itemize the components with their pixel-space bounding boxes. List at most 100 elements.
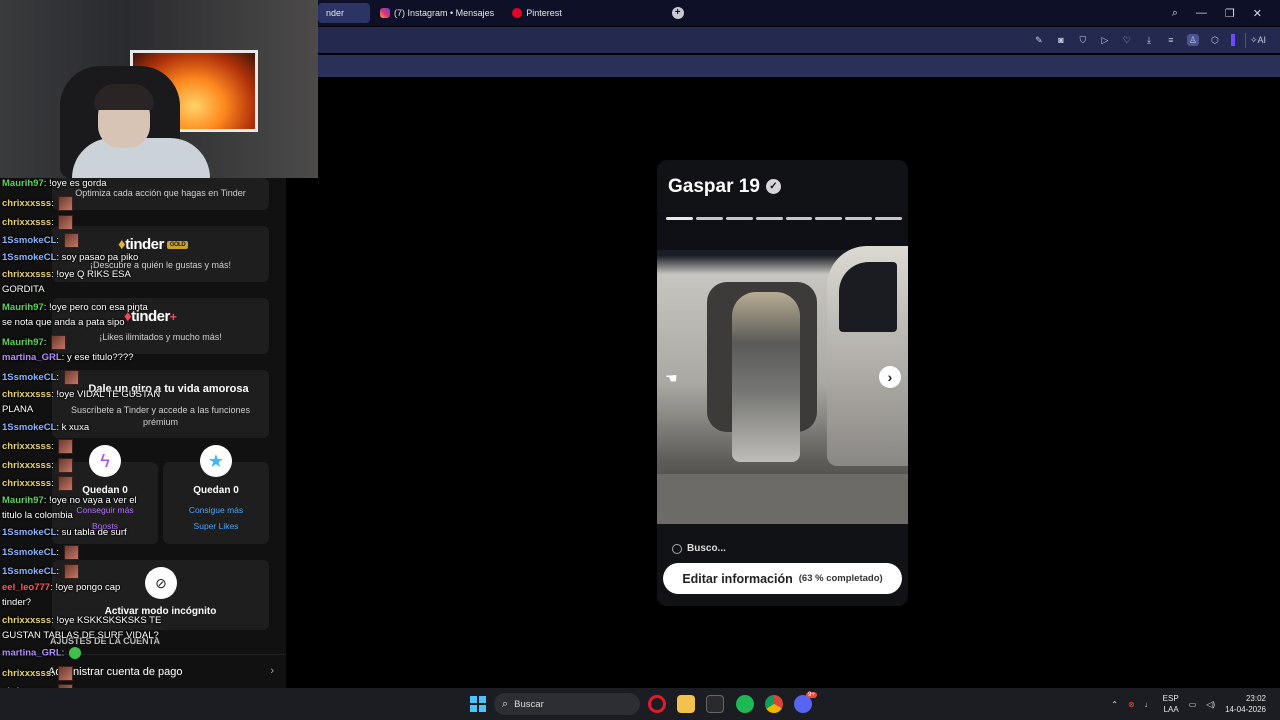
heart-icon[interactable]: ♡ xyxy=(1121,34,1133,46)
chat-text: PLANA xyxy=(2,404,34,415)
chevron-up-icon[interactable]: ⌃ xyxy=(1111,700,1118,709)
chat-emote-icon xyxy=(63,233,79,248)
play-icon[interactable]: ▷ xyxy=(1099,34,1111,46)
hand-cursor-icon: ☚ xyxy=(665,370,678,386)
photo-progress-segment[interactable] xyxy=(755,217,783,220)
chat-emote-icon xyxy=(63,564,79,579)
browser-tabbar: nder (7) Instagram • Mensajes Pinterest … xyxy=(318,0,1280,26)
bookmark-bar xyxy=(318,55,1280,77)
photo-progress-segment[interactable] xyxy=(695,217,723,220)
photo-progress-segment[interactable] xyxy=(845,217,873,220)
tab-tinder[interactable]: nder xyxy=(318,3,370,23)
chat-text: k xuxa xyxy=(61,422,90,433)
spotify-icon[interactable] xyxy=(736,695,754,713)
extensions-icon[interactable]: ⬡ xyxy=(1209,34,1221,46)
person-in-car xyxy=(732,292,800,462)
minimize-icon[interactable]: — xyxy=(1196,7,1207,19)
chat-message: titulo la colombia xyxy=(2,510,73,521)
windows-taskbar: ⌕ Buscar 9+ ⌃ ⊗ ♩ ESP LAA ▭ ◁) 23:02 14-04-… xyxy=(0,688,1280,720)
display-icon[interactable]: ▭ xyxy=(1189,700,1197,709)
photo-progress-segment[interactable] xyxy=(785,217,813,220)
photo-progress-segment[interactable] xyxy=(875,217,902,220)
new-tab-button[interactable]: + xyxy=(671,7,684,19)
stream-chat-overlay: Maurih97: !oye es gorda chrixxxsss: chrix… xyxy=(0,178,286,720)
chat-username[interactable]: 1SsmokeCL xyxy=(2,566,56,577)
search-tabs-icon[interactable]: ⌕ xyxy=(1172,7,1178,20)
chat-message: GUSTAN TABLAS DE SURF VIDAL? xyxy=(2,630,159,641)
taskbar-search[interactable]: ⌕ Buscar xyxy=(494,693,640,715)
microphone-icon[interactable]: ♩ xyxy=(1145,700,1153,709)
chat-username[interactable]: martina_GRL xyxy=(2,648,62,659)
chat-message: chrixxxsss: !oye Q RIKS ESA xyxy=(2,269,131,280)
shield-icon[interactable]: ⛉ xyxy=(1077,34,1089,46)
photo-progress-segment[interactable] xyxy=(725,217,753,220)
verified-icon: ✓ xyxy=(765,179,781,195)
chat-colon: : xyxy=(51,217,57,229)
next-photo-button[interactable]: › xyxy=(879,366,901,388)
chat-username[interactable]: Maurih97 xyxy=(2,337,44,348)
looking-for-field[interactable]: Busco... xyxy=(672,543,726,554)
opera-icon[interactable] xyxy=(648,695,666,713)
chat-colon: : xyxy=(61,647,67,659)
chat-username[interactable]: chrixxxsss xyxy=(2,460,51,471)
chat-username[interactable]: 1SsmokeCL xyxy=(2,235,56,246)
ai-label: AI xyxy=(1257,34,1266,45)
chat-username[interactable]: 1SsmokeCL xyxy=(2,372,56,383)
tab-pinterest[interactable]: Pinterest xyxy=(504,3,570,23)
close-icon[interactable]: ✕ xyxy=(1253,7,1262,20)
chat-username[interactable]: eel_leo777 xyxy=(2,582,50,593)
profile-heading: Gaspar 19 ✓ xyxy=(668,176,781,198)
menu-icon[interactable]: ≡ xyxy=(1165,34,1177,46)
camera-icon[interactable]: ◙ xyxy=(1055,34,1067,46)
chat-username[interactable]: chrixxxsss xyxy=(2,198,51,209)
chat-emote-icon xyxy=(63,370,79,385)
sidebar-toggle-icon[interactable] xyxy=(1230,34,1235,46)
chat-message: chrixxxsss: xyxy=(2,666,74,681)
chat-username[interactable]: chrixxxsss xyxy=(2,615,51,626)
tab-label: (7) Instagram • Mensajes xyxy=(394,8,495,18)
chat-emote-icon xyxy=(58,439,74,454)
volume-icon[interactable]: ◁) xyxy=(1206,700,1215,709)
language-indicator[interactable]: ESP LAA xyxy=(1163,693,1179,715)
profile-photo[interactable] xyxy=(657,212,908,524)
download-icon[interactable]: ⤓ xyxy=(1143,34,1155,46)
chat-message: chrixxxsss: !oye KSKKSKSKSKS TE xyxy=(2,615,161,626)
chat-username[interactable]: chrixxxsss xyxy=(2,478,51,489)
photo-progress-segment[interactable] xyxy=(815,217,843,220)
chat-username[interactable]: Maurih97 xyxy=(2,178,44,189)
chat-username[interactable]: 1SsmokeCL xyxy=(2,527,56,538)
edit-info-button[interactable]: Editar información (63 % completado) xyxy=(663,563,902,594)
epic-games-icon[interactable] xyxy=(706,695,724,713)
chat-username[interactable]: 1SsmokeCL xyxy=(2,252,56,263)
chat-text: y ese titulo???? xyxy=(66,352,134,363)
ai-button[interactable]: ✧AI xyxy=(1244,32,1270,48)
chat-username[interactable]: chrixxxsss xyxy=(2,389,51,400)
chat-colon: : xyxy=(43,337,49,349)
chat-message: 1SsmokeCL: xyxy=(2,370,79,385)
lang-line1: ESP xyxy=(1162,694,1179,703)
photo-progress-segment[interactable] xyxy=(666,217,693,220)
clock[interactable]: 23:02 14-04-2026 xyxy=(1225,693,1266,715)
chat-username[interactable]: chrixxxsss xyxy=(2,269,51,280)
profile-icon[interactable]: ♙ xyxy=(1186,34,1199,46)
chat-username[interactable]: chrixxxsss xyxy=(2,217,51,228)
chrome-icon[interactable] xyxy=(765,695,783,713)
chat-colon: : xyxy=(56,566,62,578)
chat-username[interactable]: 1SsmokeCL xyxy=(2,547,56,558)
chat-username[interactable]: Maurih97 xyxy=(2,495,44,506)
network-status-icon[interactable]: ⊗ xyxy=(1128,700,1135,709)
chat-username[interactable]: Maurih97 xyxy=(2,302,44,313)
tab-instagram[interactable]: (7) Instagram • Mensajes xyxy=(372,3,502,23)
window-controls: ⌕ — ❐ ✕ xyxy=(1172,0,1280,26)
edit-icon[interactable]: ✎ xyxy=(1033,34,1045,46)
windows-start-icon[interactable] xyxy=(470,696,486,712)
chat-message: se nota que anda a pata sipo xyxy=(2,317,125,328)
chat-username[interactable]: martina_GRL xyxy=(2,352,62,363)
maximize-icon[interactable]: ❐ xyxy=(1225,7,1235,20)
chat-username[interactable]: chrixxxsss xyxy=(2,668,51,679)
folder-icon[interactable] xyxy=(677,695,695,713)
chat-message: 1SsmokeCL: xyxy=(2,545,79,560)
chat-username[interactable]: 1SsmokeCL xyxy=(2,422,56,433)
chat-text: !oye pero con esa pinta xyxy=(49,302,148,313)
chat-username[interactable]: chrixxxsss xyxy=(2,441,51,452)
